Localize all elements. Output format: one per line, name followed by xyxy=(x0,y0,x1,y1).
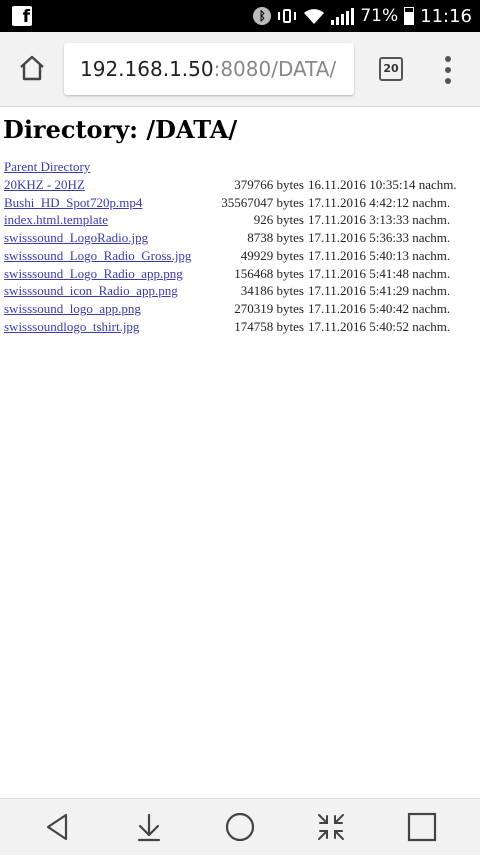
table-row: 20KHZ - 20HZ 379766 bytes 16.11.2016 10:35… xyxy=(2,176,459,194)
collapse-icon[interactable] xyxy=(315,811,347,843)
table-row: swisssound_Logo_Radio_Gross.jpg 49929 byt… xyxy=(2,247,459,265)
home-circle-icon[interactable] xyxy=(224,811,256,843)
file-name-cell: swisssound_icon_Radio_app.png xyxy=(2,282,206,300)
file-date: 17.11.2016 5:40:13 nachm. xyxy=(308,247,451,263)
table-row: Bushi_HD_Spot720p.mp4 35567047 bytes 17.11… xyxy=(2,194,459,212)
file-size: 156468 bytes xyxy=(234,265,304,281)
file-date: 17.11.2016 4:42:12 nachm. xyxy=(308,194,451,210)
file-link[interactable]: swisssound_Logo_Radio_app.png xyxy=(4,266,183,281)
file-date: 17.11.2016 5:40:42 nachm. xyxy=(308,300,451,316)
navigation-bar xyxy=(0,798,480,855)
file-link[interactable]: swisssound_LogoRadio.jpg xyxy=(4,230,148,245)
signal-icon xyxy=(331,7,355,25)
file-link[interactable]: swisssound_logo_app.png xyxy=(4,301,141,316)
status-bar: f ᛒ 71% 11:16 xyxy=(0,0,480,32)
tab-switcher-button[interactable]: 20 xyxy=(379,57,403,81)
parent-directory-link[interactable]: Parent Directory xyxy=(4,159,90,175)
table-row: swisssoundlogo_tshirt.jpg 174758 bytes 17.… xyxy=(2,318,459,336)
download-icon[interactable] xyxy=(133,811,165,843)
file-date: 17.11.2016 5:40:52 nachm. xyxy=(308,318,451,334)
file-name-cell: swisssoundlogo_tshirt.jpg xyxy=(2,318,206,336)
file-date: 16.11.2016 10:35:14 nachm. xyxy=(308,177,457,192)
back-icon[interactable] xyxy=(42,811,74,843)
clock: 11:16 xyxy=(420,5,472,27)
file-date: 17.11.2016 5:41:29 nachm. xyxy=(308,283,451,299)
facebook-icon: f xyxy=(12,6,32,27)
file-name-cell: Bushi_HD_Spot720p.mp4 xyxy=(2,194,206,212)
file-link[interactable]: index.html.template xyxy=(4,212,108,227)
file-date: 17.11.2016 3:13:33 nachm. xyxy=(308,212,451,228)
url-path: :8080/DATA/ xyxy=(213,57,337,81)
file-date: 17.11.2016 5:41:48 nachm. xyxy=(308,265,451,281)
file-size: 379766 bytes xyxy=(234,177,304,192)
file-size: 8738 bytes xyxy=(247,230,304,246)
table-row: swisssound_logo_app.png 270319 bytes 17.11… xyxy=(2,300,459,318)
file-name-cell: swisssound_Logo_Radio_Gross.jpg xyxy=(2,247,206,265)
file-link[interactable]: Bushi_HD_Spot720p.mp4 xyxy=(4,195,142,210)
file-size: 270319 bytes xyxy=(234,300,304,316)
file-listing: 20KHZ - 20HZ 379766 bytes 16.11.2016 10:35… xyxy=(2,176,459,335)
file-size: 35567047 bytes xyxy=(221,194,304,210)
vibrate-icon xyxy=(277,7,297,25)
battery-percent: 71% xyxy=(360,6,399,26)
overflow-menu-icon[interactable] xyxy=(444,56,452,84)
file-size: 49929 bytes xyxy=(240,247,304,263)
table-row: swisssound_Logo_Radio_app.png 156468 byte… xyxy=(2,265,459,283)
file-name-cell: swisssound_LogoRadio.jpg xyxy=(2,229,206,247)
bluetooth-icon: ᛒ xyxy=(253,7,272,25)
file-name-cell: 20KHZ - 20HZ xyxy=(2,176,206,194)
file-name-cell: index.html.template xyxy=(2,211,206,229)
file-date: 17.11.2016 5:36:33 nachm. xyxy=(308,230,451,246)
file-size: 34186 bytes xyxy=(240,283,304,299)
file-size: 174758 bytes xyxy=(234,318,304,334)
page-title: Directory: /DATA/ xyxy=(3,115,238,144)
table-row: index.html.template 926 bytes 17.11.2016 3… xyxy=(2,211,459,229)
url-host: 192.168.1.50 xyxy=(80,57,214,81)
file-link[interactable]: swisssoundlogo_tshirt.jpg xyxy=(4,319,139,334)
file-name-cell: swisssound_Logo_Radio_app.png xyxy=(2,265,206,283)
file-size: 926 bytes xyxy=(253,212,304,228)
file-link[interactable]: swisssound_icon_Radio_app.png xyxy=(4,283,178,298)
home-icon[interactable] xyxy=(18,54,46,82)
recents-icon[interactable] xyxy=(406,811,438,843)
wifi-icon xyxy=(304,9,325,24)
file-link[interactable]: swisssound_Logo_Radio_Gross.jpg xyxy=(4,248,191,263)
table-row: swisssound_LogoRadio.jpg 8738 bytes 17.11.… xyxy=(2,229,459,247)
file-link[interactable]: 20KHZ - 20HZ xyxy=(4,177,85,192)
table-row: swisssound_icon_Radio_app.png 34186 bytes… xyxy=(2,282,459,300)
browser-toolbar: 192.168.1.50:8080/DATA/ 20 xyxy=(0,32,480,107)
file-name-cell: swisssound_logo_app.png xyxy=(2,300,206,318)
battery-icon xyxy=(404,7,415,25)
address-bar[interactable]: 192.168.1.50:8080/DATA/ xyxy=(64,43,354,95)
status-icons: ᛒ 71% 11:16 xyxy=(253,0,472,32)
